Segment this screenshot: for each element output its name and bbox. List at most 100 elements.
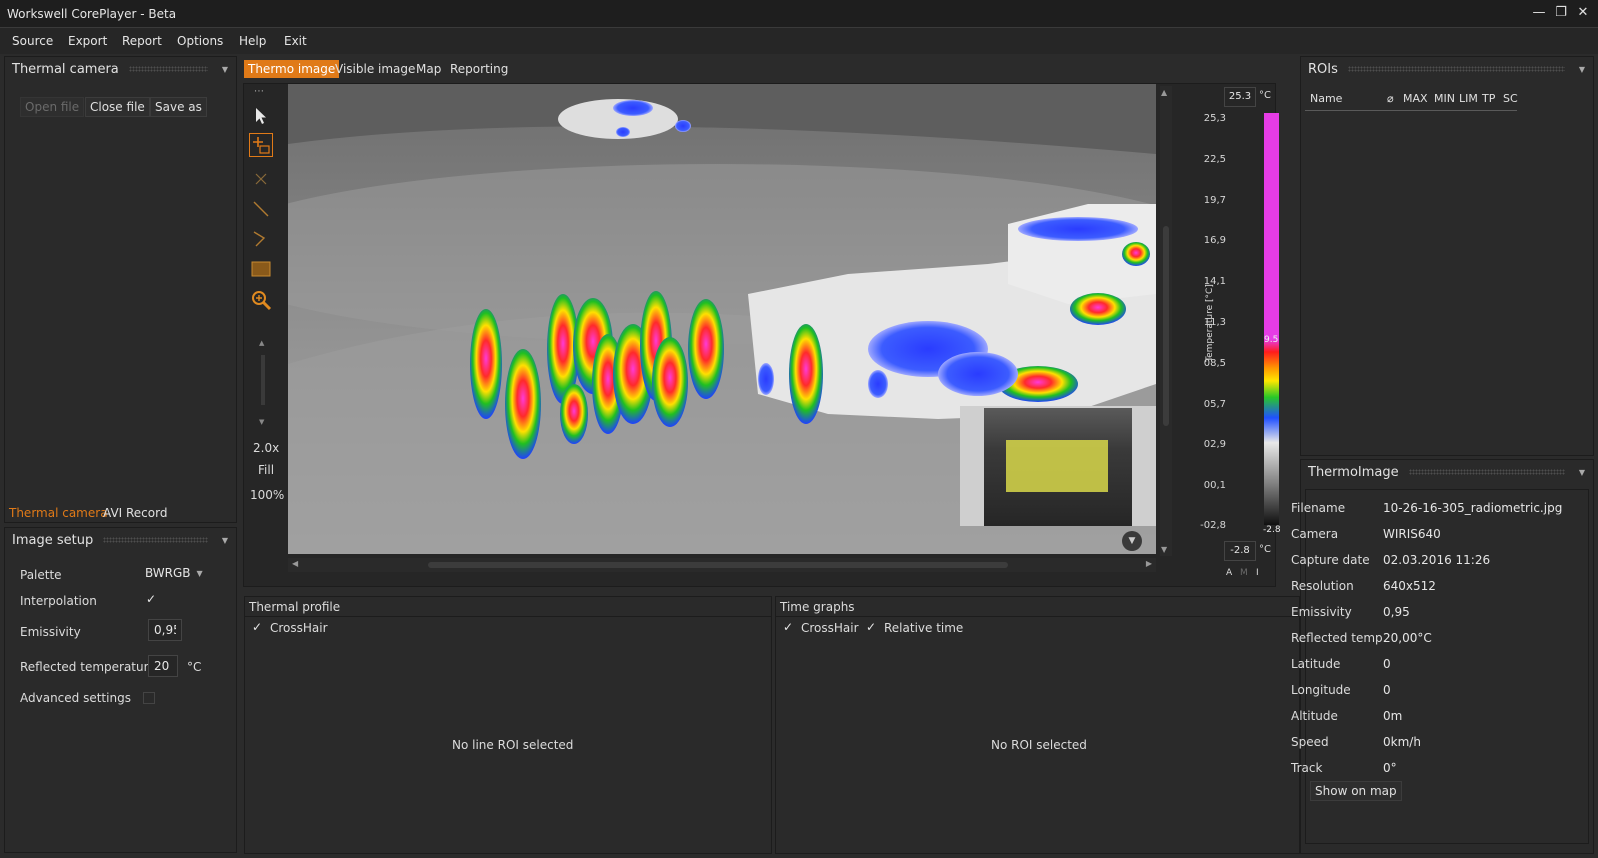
thermal-camera-panel: Thermal camera ▼ [4,56,237,523]
roi-col-min[interactable]: MIN [1434,92,1455,105]
tab-reporting[interactable]: Reporting [446,60,512,78]
roi-col-name[interactable]: Name [1310,92,1342,105]
scale-tick: 19,7 [1203,195,1226,206]
thermal-profile-title: Thermal profile [249,600,341,614]
zoom-factor: 2.0x [253,441,280,455]
chevron-down-icon[interactable]: ▼ [218,536,232,545]
chevron-down-icon: ▼ [196,568,203,578]
zoom-icon[interactable] [249,288,273,312]
menu-export[interactable]: Export [68,34,107,48]
close-icon[interactable]: ✕ [1576,5,1590,21]
close-file-button[interactable]: Close file [85,97,150,117]
scroll-thumb[interactable] [428,562,1008,568]
color-scale-bar[interactable] [1264,113,1279,525]
reflected-temp-input[interactable] [148,655,178,677]
chevron-down-icon[interactable]: ▼ [218,65,232,74]
roi-col-max[interactable]: MAX [1403,92,1428,105]
vertical-scrollbar[interactable]: ▲ ▼ [1160,86,1172,556]
zoom-slider[interactable] [261,355,265,405]
palette-value: BWRGB [145,566,191,580]
scroll-left-icon[interactable]: ◀ [292,559,298,568]
vscroll-thumb[interactable] [1163,226,1169,426]
menu-exit[interactable]: Exit [284,34,307,48]
relative-time-checkbox[interactable]: ✓ [866,620,876,634]
tab-visible-image[interactable]: Visible image [331,60,419,78]
scale-tick: 11,3 [1203,317,1226,328]
tab-map[interactable]: Map [412,60,445,78]
reflected-temp-unit: °C [187,660,202,674]
info-key: Camera [1291,527,1339,541]
chevron-down-icon[interactable]: ▼ [1575,65,1589,74]
scale-tick: 08,5 [1203,358,1226,369]
scroll-up-icon[interactable]: ▲ [1161,88,1167,97]
scale-tick: -02,8 [1200,520,1226,531]
interpolation-checkbox[interactable]: ✓ [146,592,156,606]
info-key: Longitude [1291,683,1351,697]
zoom-down-icon[interactable]: ▼ [259,418,264,426]
roi-col-avg[interactable]: ⌀ [1387,92,1394,105]
thermal-image[interactable]: ▼ [288,84,1156,554]
rectangle-roi-icon[interactable] [249,257,273,281]
emissivity-input[interactable] [148,619,182,641]
rois-panel: ROIs ▼ [1300,56,1594,456]
scroll-right-icon[interactable]: ▶ [1146,559,1152,568]
scale-tick: 05,7 [1203,399,1226,410]
roi-col-tp[interactable]: TP [1482,92,1495,105]
save-as-button[interactable]: Save as [150,97,207,117]
menu-report[interactable]: Report [122,34,162,48]
info-value: 0° [1383,761,1397,775]
menu-options[interactable]: Options [177,34,223,48]
scale-tick: 16,9 [1203,235,1226,246]
open-file-button[interactable]: Open file [20,97,85,117]
crosshair-checkbox[interactable]: ✓ [252,620,262,634]
zoom-100-button[interactable]: 100% [250,488,284,502]
restore-icon[interactable]: ❐ [1554,5,1568,21]
palette-select[interactable]: BWRGB ▼ [145,562,209,584]
horizontal-scrollbar[interactable]: ◀ ▶ [288,558,1156,572]
crosshair-tool-icon[interactable] [249,133,273,157]
thermo-info-header: ThermoImage ▼ [1301,460,1593,484]
menu-help[interactable]: Help [239,34,266,48]
time-graphs-title: Time graphs [780,600,855,614]
advanced-settings-checkbox[interactable] [143,692,155,704]
reflected-temp-label: Reflected temperature [20,660,156,674]
tab-avi-record[interactable]: AVI Record [99,504,171,522]
roi-col-lim[interactable]: LIM [1459,92,1478,105]
show-on-map-button[interactable]: Show on map [1310,781,1402,801]
collapse-inset-icon[interactable]: ▼ [1122,531,1142,551]
info-value: 0km/h [1383,735,1421,749]
profile-empty-message: No line ROI selected [452,738,574,752]
chevron-down-icon[interactable]: ▼ [1575,468,1589,477]
advanced-settings-label: Advanced settings [20,691,131,705]
info-key: Speed [1291,735,1329,749]
panel-title: Image setup [12,532,94,548]
info-value: 640x512 [1383,579,1436,593]
line-roi-icon[interactable] [249,197,273,221]
tab-thermal-camera[interactable]: Thermal camera [5,504,112,522]
scroll-down-icon[interactable]: ▼ [1161,545,1167,554]
crosshair-label: CrossHair [270,621,328,635]
scale-tick: 14,1 [1203,276,1226,287]
scale-min-input[interactable]: -2.8 [1224,541,1256,561]
interpolation-label: Interpolation [20,594,97,608]
roi-col-sc[interactable]: SC [1503,92,1518,105]
scale-mode-manual[interactable]: M [1240,568,1248,578]
info-value: 0 [1383,683,1391,697]
info-value: 0m [1383,709,1403,723]
visible-inset[interactable] [960,406,1156,526]
point-roi-icon[interactable] [249,167,273,191]
scale-max-input[interactable]: 25.3 [1224,87,1256,107]
menu-source[interactable]: Source [12,34,53,48]
scale-mode-auto[interactable]: A [1226,568,1232,578]
fill-button[interactable]: Fill [258,463,274,477]
pointer-icon[interactable] [249,104,273,128]
time-crosshair-checkbox[interactable]: ✓ [783,620,793,634]
zoom-up-icon[interactable]: ▲ [259,339,264,347]
scale-min-unit: °C [1259,544,1271,555]
info-value: 0 [1383,657,1391,671]
tab-thermo-image[interactable]: Thermo image [244,60,340,78]
info-value: 0,95 [1383,605,1410,619]
minimize-icon[interactable]: — [1532,5,1546,21]
polyline-roi-icon[interactable] [249,227,273,251]
scale-mode-interval[interactable]: I [1256,568,1259,578]
